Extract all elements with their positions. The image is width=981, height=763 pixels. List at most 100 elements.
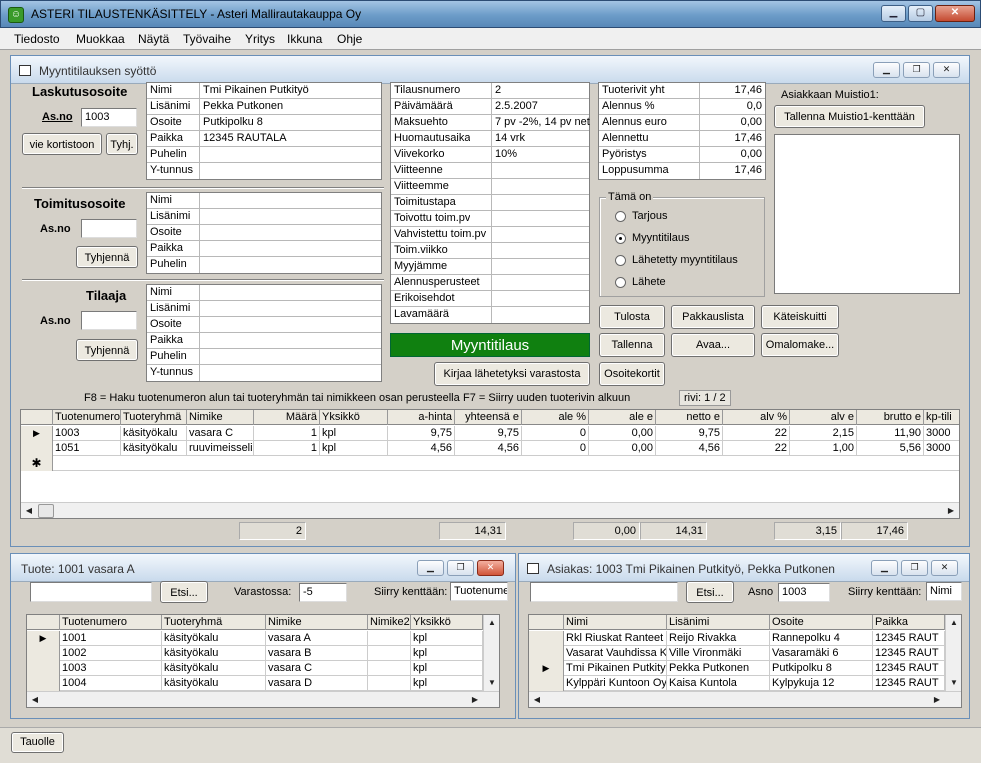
close-icon[interactable]: ✕	[931, 560, 958, 576]
cell[interactable]: kpl	[411, 646, 483, 661]
clear-billing-button[interactable]: Tyhj.	[106, 133, 138, 155]
table-row[interactable]: ▶ 1001 käsityökalu vasara A kpl	[27, 631, 499, 646]
cell[interactable]: Pekka Putkonen	[667, 661, 770, 676]
scroll-right-icon[interactable]: ▶	[467, 692, 483, 707]
scroll-left-icon[interactable]: ◀	[529, 692, 545, 707]
cell[interactable]: käsityökalu	[162, 661, 266, 676]
cell[interactable]: Putkipolku 8	[770, 661, 873, 676]
cell[interactable]: kpl	[411, 631, 483, 646]
cell[interactable]: käsityökalu	[162, 646, 266, 661]
scroll-left-icon[interactable]: ◀	[27, 692, 43, 707]
minimize-icon[interactable]: ▁	[417, 560, 444, 576]
scroll-thumb[interactable]	[38, 504, 54, 518]
cell[interactable]: 0,00	[589, 426, 656, 441]
product-vscroll[interactable]: ▲ ▼	[483, 615, 499, 691]
order-entry-titlebar[interactable]: Myyntitilauksen syöttö ▁ ❐ ✕	[11, 56, 969, 84]
cell[interactable]: 5,56	[857, 441, 924, 456]
col-osoite[interactable]: Osoite	[770, 615, 873, 630]
cell[interactable]: 1,00	[790, 441, 857, 456]
cell[interactable]: 1001	[60, 631, 162, 646]
billing-asno-input[interactable]: 1003	[81, 108, 137, 127]
save-memo-button[interactable]: Tallenna Muistio1-kenttään	[774, 105, 925, 128]
cell[interactable]	[368, 646, 411, 661]
radio-label[interactable]: Myyntitilaus	[632, 232, 689, 244]
menu-tiedosto[interactable]: Tiedosto	[14, 32, 60, 46]
table-row[interactable]: 1051 käsityökalu ruuvimeisseli 1 kpl 4,5…	[21, 441, 959, 456]
cell[interactable]: 9,75	[388, 426, 455, 441]
cell[interactable]: kpl	[320, 426, 388, 441]
col-alv-e[interactable]: alv e	[790, 410, 857, 425]
scroll-left-icon[interactable]: ◀	[21, 503, 37, 518]
minimize-icon[interactable]: ▁	[871, 560, 898, 576]
cell[interactable]: kpl	[411, 676, 483, 691]
cell[interactable]: ruuvimeisseli	[187, 441, 254, 456]
col-nimike[interactable]: Nimike	[187, 410, 254, 425]
address-cards-button[interactable]: Osoitekortit	[599, 362, 665, 386]
cell[interactable]: 3000	[924, 426, 959, 441]
row-selector[interactable]	[27, 676, 60, 691]
table-row[interactable]: 1003 käsityökalu vasara C kpl	[27, 661, 499, 676]
cell[interactable]: kpl	[320, 441, 388, 456]
cell[interactable]: 9,75	[656, 426, 723, 441]
alennus-pct-value[interactable]: 0,0	[747, 100, 762, 112]
cell[interactable]: 4,56	[388, 441, 455, 456]
cell[interactable]: 11,90	[857, 426, 924, 441]
cell[interactable]: 12345 RAUT	[873, 661, 945, 676]
product-search-button[interactable]: Etsi...	[160, 581, 208, 603]
col-brutto[interactable]: brutto e	[857, 410, 924, 425]
col-ale-e[interactable]: ale e	[589, 410, 656, 425]
billing-nimi[interactable]: Tmi Pikainen Putkityö	[203, 84, 309, 96]
cell[interactable]: Reijo Rivakka	[667, 631, 770, 646]
radio-label[interactable]: Lähete	[632, 276, 666, 288]
restore-icon[interactable]: ❐	[903, 62, 930, 78]
col-kp-tili[interactable]: kp-tili	[924, 410, 959, 425]
product-titlebar[interactable]: Tuote: 1001 vasara A ▁ ❐ ✕	[11, 554, 515, 582]
restore-icon[interactable]: ❐	[447, 560, 474, 576]
cell[interactable]: 9,75	[455, 426, 522, 441]
billing-osoite[interactable]: Putkipolku 8	[203, 116, 263, 128]
customer-search-button[interactable]: Etsi...	[686, 581, 734, 603]
cell[interactable]: Kylppäri Kuntoon Oy	[564, 676, 667, 691]
cell[interactable]: vasara C	[266, 661, 368, 676]
close-icon[interactable]: ✕	[477, 560, 504, 576]
col-a-hinta[interactable]: a-hinta	[388, 410, 455, 425]
packing-list-button[interactable]: Pakkauslista	[671, 305, 755, 329]
row-selector[interactable]	[27, 646, 60, 661]
huomautusaika-value[interactable]: 14 vrk	[495, 132, 525, 144]
col-ale-pct[interactable]: ale %	[522, 410, 589, 425]
col-netto[interactable]: netto e	[656, 410, 723, 425]
clear-delivery-button[interactable]: Tyhjennä	[76, 246, 138, 268]
cash-receipt-button[interactable]: Käteiskuitti	[761, 305, 839, 329]
goto-field-select[interactable]: Nimi	[926, 582, 962, 601]
radio-lahete[interactable]	[615, 277, 626, 288]
customer-asno-input[interactable]: 1003	[778, 583, 830, 602]
tauolle-button[interactable]: Tauolle	[11, 732, 64, 753]
menu-ikkuna[interactable]: Ikkuna	[287, 32, 322, 46]
row-selector[interactable]	[529, 646, 564, 661]
customer-hscroll[interactable]: ◀ ▶	[529, 691, 961, 707]
row-selector[interactable]	[529, 676, 564, 691]
maximize-icon[interactable]: ▢	[908, 5, 933, 22]
table-row[interactable]: 1004 käsityökalu vasara D kpl	[27, 676, 499, 691]
col-maara[interactable]: Määrä	[254, 410, 320, 425]
paivamaara-value[interactable]: 2.5.2007	[495, 100, 538, 112]
close-icon[interactable]: ✕	[933, 62, 960, 78]
cell[interactable]: käsityökalu	[162, 676, 266, 691]
customer-titlebar[interactable]: Asiakas: 1003 Tmi Pikainen Putkityö, Pek…	[519, 554, 969, 582]
table-row[interactable]: 1002 käsityökalu vasara B kpl	[27, 646, 499, 661]
product-search-input[interactable]	[30, 582, 152, 602]
cell[interactable]: Kylpykuja 12	[770, 676, 873, 691]
scroll-up-icon[interactable]: ▲	[484, 615, 499, 630]
cell[interactable]: 4,56	[656, 441, 723, 456]
alennus-euro-value[interactable]: 0,00	[741, 116, 762, 128]
col-tuotenumero[interactable]: Tuotenumero	[60, 615, 162, 630]
cell[interactable]: 0	[522, 426, 589, 441]
cell[interactable]: 1003	[53, 426, 121, 441]
cell[interactable]: 1	[254, 441, 320, 456]
cell[interactable]: 1002	[60, 646, 162, 661]
col-nimi[interactable]: Nimi	[564, 615, 667, 630]
menu-tyovaihe[interactable]: Työvaihe	[183, 32, 231, 46]
radio-lahetetty-myyntitilaus[interactable]	[615, 255, 626, 266]
cell[interactable]: käsityökalu	[121, 426, 187, 441]
cell[interactable]: Vasaramäki 6	[770, 646, 873, 661]
